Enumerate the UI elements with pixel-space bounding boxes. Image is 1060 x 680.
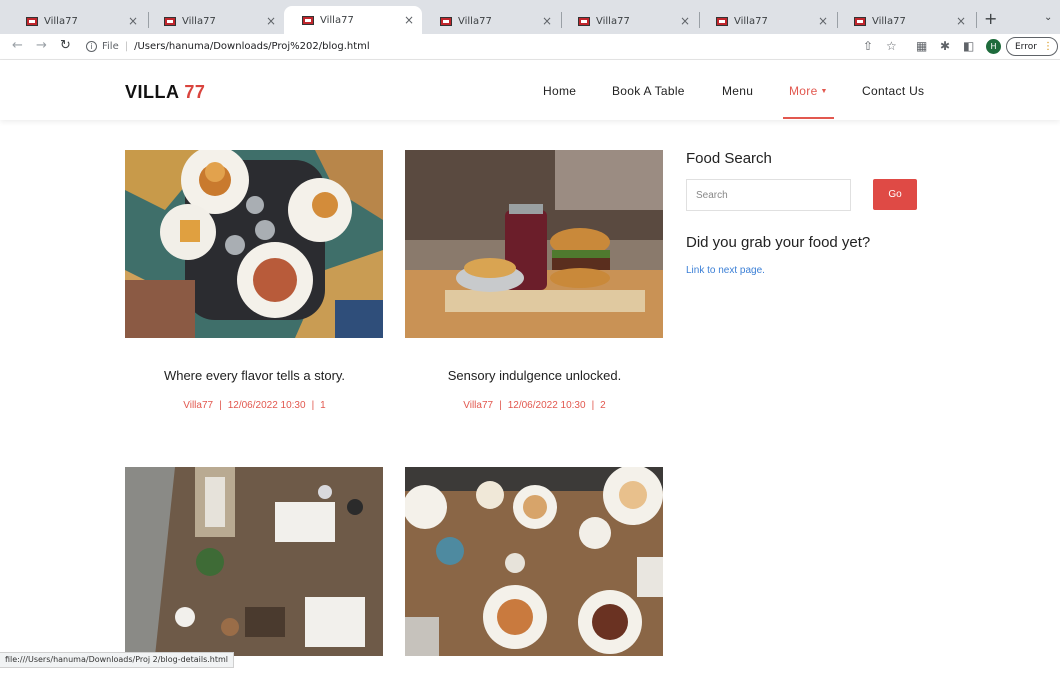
browser-tab-active[interactable]: Villa77 × xyxy=(284,6,422,34)
site-favicon-icon xyxy=(578,16,590,26)
food-photo-burger-board xyxy=(405,150,663,338)
close-icon[interactable]: × xyxy=(404,13,414,27)
nav-contact-us[interactable]: Contact Us xyxy=(862,84,924,98)
link-status-bubble: file:///Users/hanuma/Downloads/Proj 2/bl… xyxy=(0,652,235,668)
post-author[interactable]: Villa77 xyxy=(183,400,213,411)
site-favicon-icon xyxy=(302,15,314,25)
site-favicon-icon xyxy=(854,16,866,26)
share-icon[interactable]: ⇧ xyxy=(863,39,873,53)
tab-title: Villa77 xyxy=(44,15,78,27)
nav-book-a-table[interactable]: Book A Table xyxy=(612,84,685,98)
puzzle-icon[interactable]: ✱ xyxy=(940,39,950,53)
food-photo-burgers-overhead xyxy=(125,150,383,338)
reload-icon[interactable]: ↻ xyxy=(60,38,71,53)
food-photo-brunch-table xyxy=(405,467,663,656)
meta-divider: | xyxy=(591,400,595,411)
browser-tab[interactable]: Villa77 × xyxy=(146,8,284,34)
post-datetime: 12/06/2022 10:30 xyxy=(507,400,586,411)
profile-avatar[interactable]: H xyxy=(986,39,1001,54)
blog-post-title[interactable]: Where every flavor tells a story. xyxy=(125,368,384,383)
blog-post-title[interactable]: Sensory indulgence unlocked. xyxy=(405,368,664,383)
blog-post-meta: Villa77 | 12/06/2022 10:30 | 1 xyxy=(125,400,384,411)
go-button[interactable]: Go xyxy=(873,179,917,210)
brand-number: 77 xyxy=(184,82,206,102)
side-panel-icon[interactable]: ◧ xyxy=(963,39,974,53)
close-icon[interactable]: × xyxy=(266,14,276,28)
divider: | xyxy=(124,41,129,52)
info-icon[interactable]: i xyxy=(86,41,97,52)
browser-tab[interactable]: Villa77 × xyxy=(836,8,974,34)
browser-tab[interactable]: Villa77 × xyxy=(422,8,560,34)
browser-tab[interactable]: Villa77 × xyxy=(560,8,698,34)
post-datetime: 12/06/2022 10:30 xyxy=(227,400,306,411)
brand-logo[interactable]: VILLA 77 xyxy=(125,82,205,103)
restaurant-interior-photo xyxy=(125,467,383,656)
site-favicon-icon xyxy=(716,16,728,26)
site-favicon-icon xyxy=(440,16,452,26)
file-scheme-label: File xyxy=(102,41,119,52)
search-input[interactable] xyxy=(686,179,851,211)
blog-post-meta: Villa77 | 12/06/2022 10:30 | 2 xyxy=(405,400,664,411)
post-author[interactable]: Villa77 xyxy=(463,400,493,411)
caret-down-icon: ▼ xyxy=(820,88,828,95)
active-nav-indicator xyxy=(783,117,834,119)
tab-title: Villa77 xyxy=(734,15,768,27)
close-icon[interactable]: × xyxy=(128,14,138,28)
tab-title: Villa77 xyxy=(596,15,630,27)
error-button[interactable]: Error ⋮ xyxy=(1006,37,1058,56)
post-comment-count[interactable]: 1 xyxy=(320,400,326,411)
blog-post-image[interactable] xyxy=(125,150,383,338)
error-label: Error xyxy=(1015,41,1037,52)
site-favicon-icon xyxy=(164,16,176,26)
url-text[interactable]: /Users/hanuma/Downloads/Proj%202/blog.ht… xyxy=(134,41,370,52)
extension-grid-icon[interactable]: ▦ xyxy=(916,39,927,53)
new-tab-button[interactable]: + xyxy=(984,9,997,28)
meta-divider: | xyxy=(311,400,315,411)
browser-tab[interactable]: Villa77 × xyxy=(8,8,146,34)
post-comment-count[interactable]: 2 xyxy=(600,400,606,411)
site-favicon-icon xyxy=(26,16,38,26)
tab-title: Villa77 xyxy=(458,15,492,27)
kebab-menu-icon: ⋮ xyxy=(1042,41,1053,52)
nav-menu[interactable]: Menu xyxy=(722,84,753,98)
blog-post-image[interactable] xyxy=(405,467,663,656)
address-bar[interactable]: i File | /Users/hanuma/Downloads/Proj%20… xyxy=(86,36,906,57)
nav-more-label: More xyxy=(789,84,818,98)
tab-title: Villa77 xyxy=(182,15,216,27)
nav-home[interactable]: Home xyxy=(543,84,576,98)
promo-heading: Did you grab your food yet? xyxy=(686,234,871,251)
close-icon[interactable]: × xyxy=(818,14,828,28)
tab-title: Villa77 xyxy=(872,15,906,27)
browser-toolbar: ← → ↻ i File | /Users/hanuma/Downloads/P… xyxy=(0,34,1060,60)
nav-more[interactable]: More ▼ xyxy=(789,84,828,98)
forward-arrow-icon[interactable]: → xyxy=(36,38,47,53)
tab-title: Villa77 xyxy=(320,14,354,26)
browser-tab[interactable]: Villa77 × xyxy=(698,8,836,34)
back-arrow-icon[interactable]: ← xyxy=(12,38,23,53)
blog-post-image[interactable] xyxy=(405,150,663,338)
close-icon[interactable]: × xyxy=(680,14,690,28)
close-icon[interactable]: × xyxy=(956,14,966,28)
chevron-down-icon[interactable]: ⌄ xyxy=(1044,12,1052,23)
meta-divider: | xyxy=(219,400,222,411)
site-header: VILLA 77 Home Book A Table Menu More ▼ Co… xyxy=(0,60,1060,120)
blog-post-image[interactable] xyxy=(125,467,383,656)
meta-divider: | xyxy=(499,400,502,411)
brand-name: VILLA xyxy=(125,82,179,102)
next-page-link[interactable]: Link to next page. xyxy=(686,265,765,276)
browser-tab-strip: Villa77 × Villa77 × Villa77 × Villa77 × … xyxy=(0,0,1060,34)
tab-divider xyxy=(976,12,977,28)
close-icon[interactable]: × xyxy=(542,14,552,28)
star-icon[interactable]: ☆ xyxy=(886,39,897,53)
food-search-heading: Food Search xyxy=(686,150,772,167)
